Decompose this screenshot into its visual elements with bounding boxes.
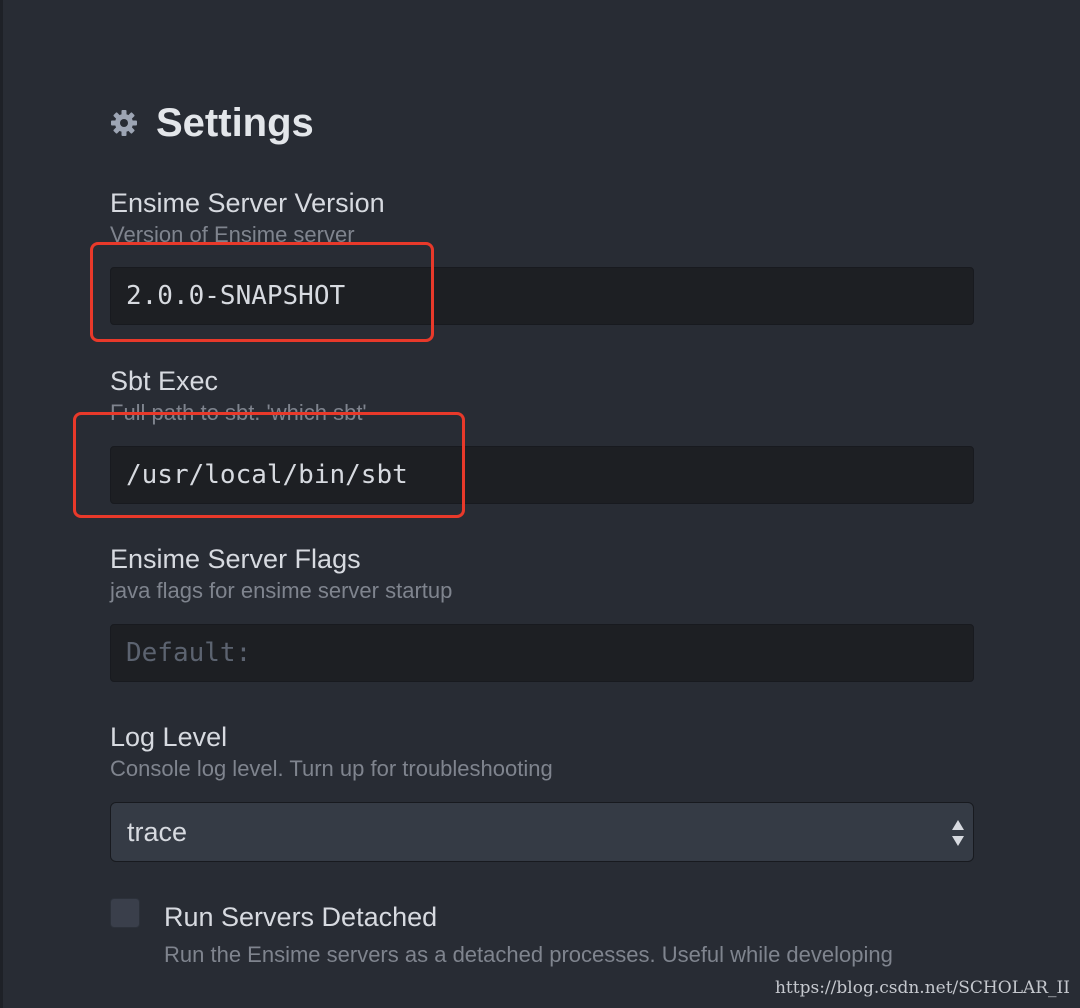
watermark: https://blog.csdn.net/SCHOLAR_II xyxy=(774,978,1070,998)
checkbox-description: Run the Ensime servers as a detached pro… xyxy=(164,942,893,967)
setting-description: Console log level. Turn up for troublesh… xyxy=(110,756,553,781)
setting-ensime-server-flags: Ensime Server Flags java flags for ensim… xyxy=(110,542,974,682)
setting-log-level: Log Level Console log level. Turn up for… xyxy=(110,720,974,862)
setting-label: Sbt Exec xyxy=(110,366,219,396)
setting-description: Version of Ensime server xyxy=(110,222,355,247)
setting-label: Ensime Server Version xyxy=(110,188,385,218)
setting-ensime-server-version: Ensime Server Version Version of Ensime … xyxy=(110,186,974,325)
gear-icon xyxy=(110,109,138,137)
setting-label: Ensime Server Flags xyxy=(110,544,361,574)
setting-description: java flags for ensime server startup xyxy=(110,578,453,603)
log-level-select[interactable]: trace xyxy=(110,802,974,862)
setting-sbt-exec: Sbt Exec Full path to sbt. 'which sbt' xyxy=(110,364,974,504)
page-title: Settings xyxy=(156,100,314,145)
ensime-server-version-input[interactable] xyxy=(110,267,974,325)
setting-label: Log Level xyxy=(110,722,228,752)
sbt-exec-input[interactable] xyxy=(110,446,974,504)
run-servers-detached-checkbox[interactable] xyxy=(110,898,140,928)
select-value: trace xyxy=(127,816,188,847)
checkbox-label: Run Servers Detached xyxy=(164,902,438,932)
setting-description: Full path to sbt. 'which sbt' xyxy=(110,400,367,425)
ensime-server-flags-input[interactable] xyxy=(110,624,974,682)
up-down-arrows-icon xyxy=(951,819,965,847)
settings-header: Settings xyxy=(110,98,314,148)
window-edge xyxy=(0,0,3,1008)
